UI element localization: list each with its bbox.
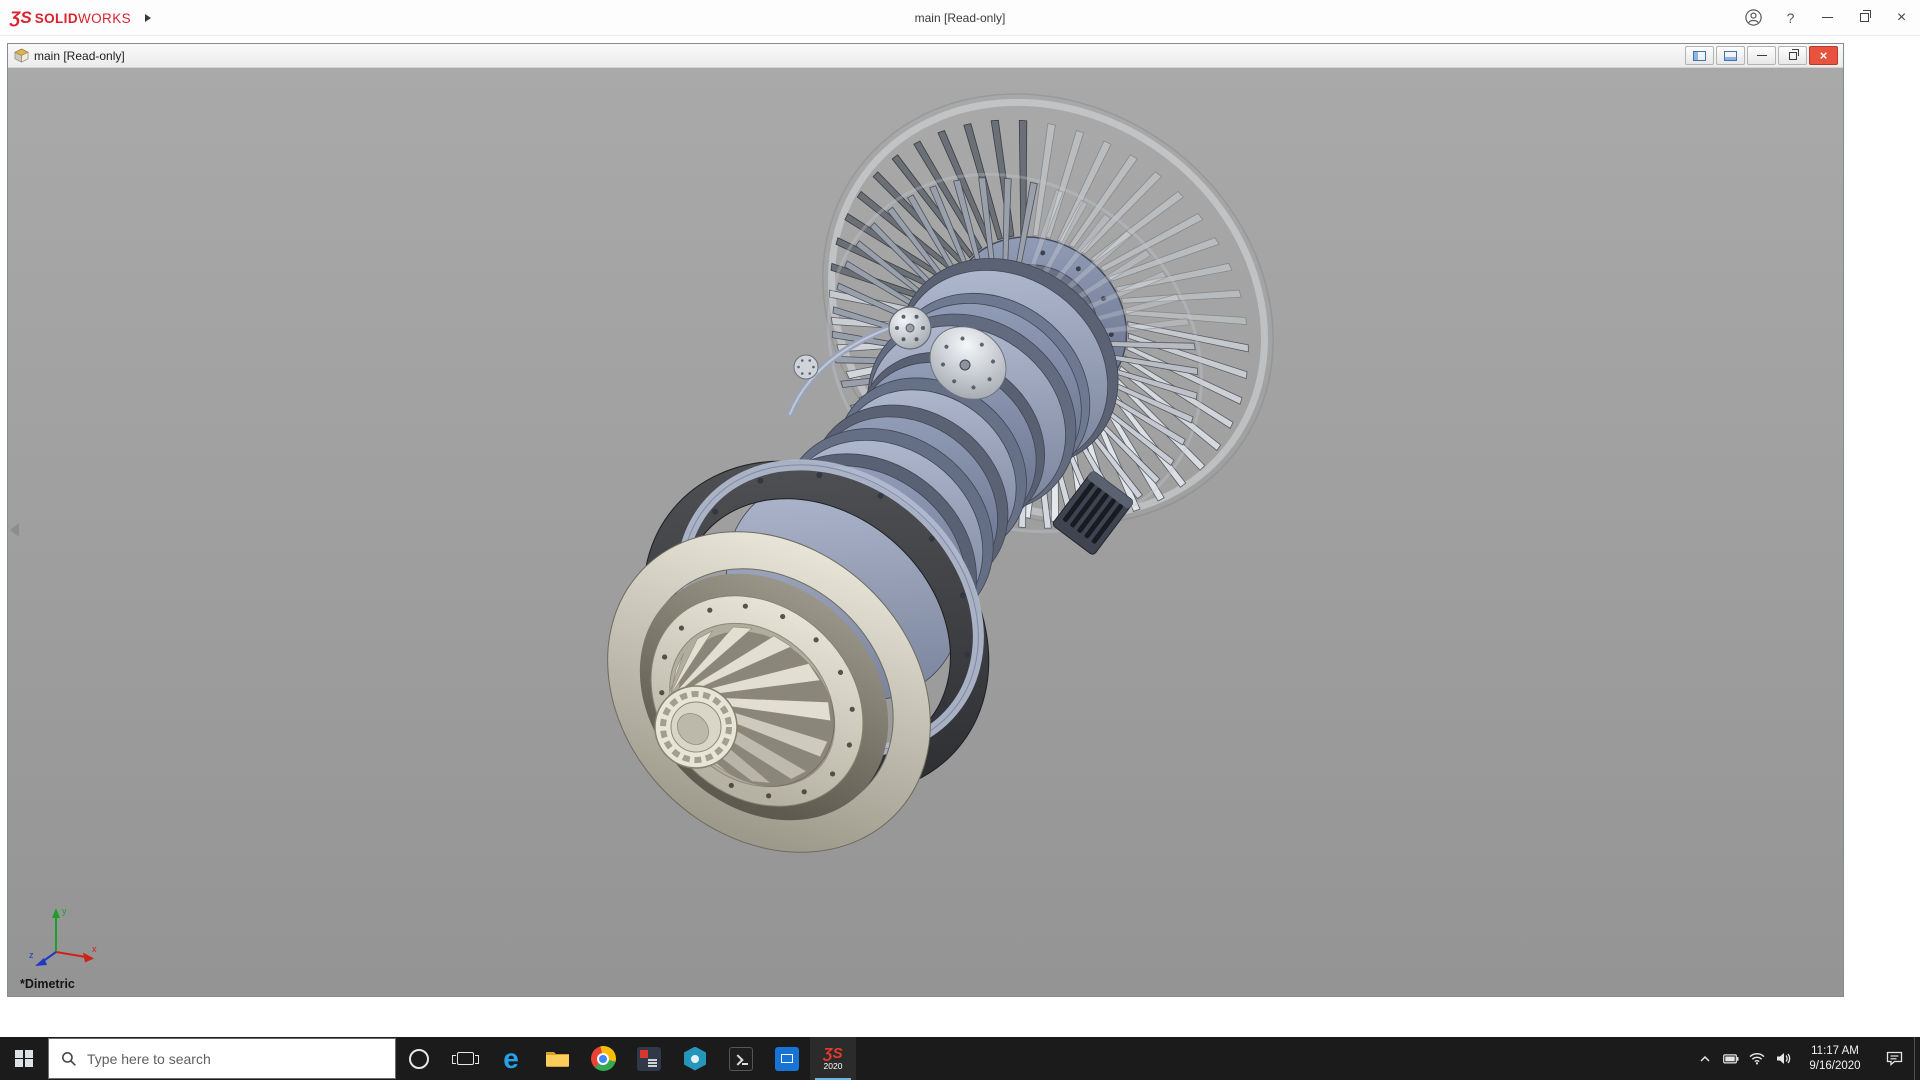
network-status-button[interactable] (1744, 1037, 1770, 1080)
start-button[interactable] (0, 1037, 48, 1080)
help-button[interactable]: ? (1772, 0, 1809, 35)
solidworks-app-year: 2020 (824, 1061, 843, 1071)
app-minimize-button[interactable] (1809, 0, 1846, 35)
terminal-icon (729, 1047, 753, 1071)
view-orientation-label: *Dimetric (20, 977, 75, 991)
chrome-icon (591, 1046, 616, 1071)
action-center-button[interactable] (1874, 1037, 1914, 1080)
restore-icon (1789, 52, 1797, 60)
clock-date: 9/16/2020 (1796, 1059, 1874, 1074)
blue-window-icon (775, 1047, 799, 1071)
pinned-app-button-2[interactable] (672, 1037, 718, 1080)
app-window-controls: ? × (1735, 0, 1920, 35)
clock-time: 11:17 AM (1796, 1044, 1874, 1059)
system-tray: 11:17 AM 9/16/2020 (1692, 1037, 1920, 1080)
part-cube-icon (14, 48, 29, 63)
minimize-icon (1822, 17, 1833, 18)
chrome-button[interactable] (580, 1037, 626, 1080)
cortana-icon (409, 1049, 429, 1069)
volume-button[interactable] (1770, 1037, 1796, 1080)
help-icon: ? (1787, 10, 1795, 26)
jet-engine-3d-model[interactable] (8, 68, 1843, 996)
app-restore-button[interactable] (1846, 0, 1883, 35)
restore-icon (1860, 13, 1869, 22)
action-center-icon (1886, 1051, 1903, 1066)
pinned-app-icon-2 (684, 1047, 706, 1071)
app-close-button[interactable]: × (1883, 0, 1920, 35)
split-pane-left-icon (1693, 51, 1706, 61)
taskbar-clock[interactable]: 11:17 AM 9/16/2020 (1796, 1044, 1874, 1074)
task-view-icon (457, 1052, 474, 1065)
triad-y-label: y (62, 906, 67, 916)
solidworks-logo-works: WORKS (78, 11, 131, 26)
battery-status-button[interactable] (1718, 1037, 1744, 1080)
task-view-button[interactable] (442, 1037, 488, 1080)
search-placeholder-text: Type here to search (87, 1051, 211, 1067)
solidworks-logo-mark: ƷS (10, 8, 32, 28)
doc-pane-left-button[interactable] (1685, 46, 1714, 65)
doc-pane-bottom-button[interactable] (1716, 46, 1745, 65)
featuremanager-collapse-arrow-icon[interactable] (10, 523, 19, 537)
close-icon: × (1897, 10, 1906, 26)
file-explorer-button[interactable] (534, 1037, 580, 1080)
solidworks-logo-solid: SOLID (35, 11, 78, 26)
document-window: main [Read-only] × (7, 43, 1844, 997)
document-title: main [Read-only] (34, 49, 125, 63)
search-icon (61, 1051, 77, 1067)
taskbar-pinned-apps: e ƷS 2020 (396, 1037, 856, 1080)
document-window-controls: × (1685, 46, 1838, 65)
pinned-app-icon-1 (637, 1047, 661, 1071)
graphics-viewport[interactable]: y x z *Dimetric (8, 68, 1843, 996)
document-titlebar[interactable]: main [Read-only] × (8, 44, 1843, 68)
minimize-icon (1757, 55, 1767, 56)
taskbar-search-input[interactable]: Type here to search (48, 1038, 396, 1079)
pinned-app-button-3[interactable] (764, 1037, 810, 1080)
cortana-button[interactable] (396, 1037, 442, 1080)
doc-close-button[interactable]: × (1809, 46, 1838, 65)
battery-icon (1723, 1054, 1739, 1064)
show-desktop-button[interactable] (1914, 1037, 1920, 1080)
windows-taskbar: Type here to search e ƷS 2020 (0, 1037, 1920, 1080)
pinned-app-button-1[interactable] (626, 1037, 672, 1080)
solidworks-app-icon: ƷS (823, 1047, 842, 1061)
speaker-icon (1776, 1052, 1791, 1065)
triad-x-label: x (92, 944, 97, 954)
doc-restore-button[interactable] (1778, 46, 1807, 65)
orientation-triad: y x z (26, 900, 102, 972)
tray-expand-button[interactable] (1692, 1037, 1718, 1080)
app-window-title: main [Read-only] (915, 11, 1006, 25)
edge-icon: e (503, 1045, 519, 1073)
menu-expand-arrow-icon[interactable] (145, 14, 151, 22)
wifi-icon (1749, 1052, 1765, 1065)
chevron-up-icon (1699, 1055, 1711, 1063)
solidworks-logo: ƷS SOLID WORKS (10, 8, 131, 28)
command-prompt-button[interactable] (718, 1037, 764, 1080)
solidworks-taskbar-button[interactable]: ƷS 2020 (810, 1037, 856, 1080)
folder-icon (545, 1049, 570, 1068)
split-pane-bottom-icon (1724, 51, 1737, 61)
app-titlebar: ƷS SOLID WORKS main [Read-only] ? × (0, 0, 1920, 36)
close-icon: × (1820, 48, 1828, 63)
doc-minimize-button[interactable] (1747, 46, 1776, 65)
account-button[interactable] (1735, 0, 1772, 35)
triad-z-label: z (29, 950, 34, 960)
edge-button[interactable]: e (488, 1037, 534, 1080)
user-account-icon (1745, 9, 1762, 26)
windows-logo-icon (15, 1050, 33, 1068)
